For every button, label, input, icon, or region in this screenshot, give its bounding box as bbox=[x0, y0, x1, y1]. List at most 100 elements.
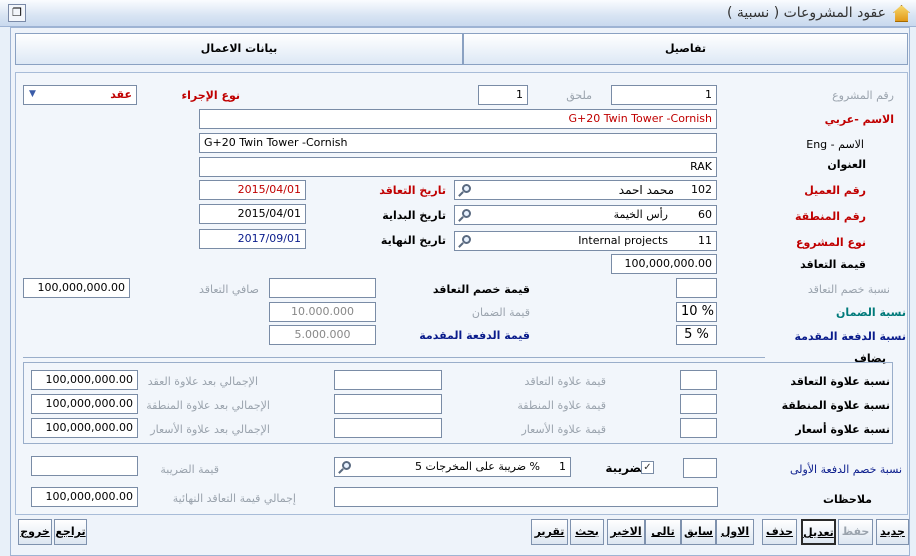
discount-pct-field[interactable] bbox=[676, 278, 717, 298]
region-bonus-value-label: قيمة علاوة المنطقة bbox=[517, 399, 606, 412]
search-icon[interactable] bbox=[458, 183, 472, 197]
end-date-field[interactable]: 2017/09/01 bbox=[199, 229, 306, 249]
name-ar-label: الاسم -عربي bbox=[824, 113, 894, 126]
project-type-name: Internal projects bbox=[578, 234, 668, 247]
price-bonus-value-field[interactable] bbox=[334, 418, 442, 438]
client-lookup[interactable]: 102 محمد احمد bbox=[454, 180, 717, 200]
delete-button[interactable]: حذف bbox=[762, 519, 797, 545]
project-type-code: 11 bbox=[698, 234, 712, 247]
first-advance-pct-label: نسبة خصم الدفعة الأولى bbox=[789, 463, 902, 476]
report-button[interactable]: تقرير bbox=[531, 519, 568, 545]
total-after-contract-bonus-label: الإجمالي بعد علاوة العقد bbox=[147, 375, 258, 388]
search-icon[interactable] bbox=[458, 208, 472, 222]
total-after-price-bonus-label: الإجمالي بعد علاوة الأسعار bbox=[150, 423, 270, 436]
previous-button[interactable]: سابق bbox=[681, 519, 716, 545]
exit-button[interactable]: خروج bbox=[18, 519, 52, 545]
client-no-label: رقم العميل bbox=[804, 184, 866, 197]
tax-lookup[interactable]: 1 % ضريبة على المخرجات 5 bbox=[334, 457, 571, 477]
procedure-type-select[interactable]: ▼ عقد bbox=[23, 85, 137, 105]
discount-value-label: قيمة خصم التعاقد bbox=[432, 283, 530, 296]
name-ar-field[interactable]: G+20 Twin Tower -Cornish bbox=[199, 109, 717, 129]
contract-bonus-pct-label: نسبة علاوة التعاقد bbox=[790, 375, 890, 388]
price-bonus-pct-field[interactable] bbox=[680, 418, 717, 438]
advance-pct-label: نسبة الدفعة المقدمة bbox=[794, 330, 906, 343]
procedure-type-label: نوع الإجراء bbox=[181, 89, 241, 102]
total-after-contract-bonus-field[interactable]: 100,000,000.00 bbox=[31, 370, 138, 390]
price-bonus-pct-label: نسبة علاوة أسعار bbox=[795, 423, 890, 436]
start-date-field[interactable]: 2015/04/01 bbox=[199, 204, 306, 224]
tax-checkbox[interactable]: ✓ bbox=[641, 461, 654, 474]
region-name: رأس الخيمة bbox=[613, 208, 668, 221]
advance-value-field[interactable]: 5.000.000 bbox=[269, 325, 376, 345]
net-contract-label: صافي التعاقد bbox=[198, 283, 259, 296]
search-icon[interactable] bbox=[338, 460, 352, 474]
client-name: محمد احمد bbox=[618, 183, 674, 197]
annex-field[interactable]: 1 bbox=[478, 85, 528, 105]
guarantee-pct-field[interactable]: 10 % bbox=[676, 302, 717, 322]
project-no-field[interactable]: 1 bbox=[611, 85, 717, 105]
project-type-lookup[interactable]: 11 Internal projects bbox=[454, 231, 717, 251]
tax-value-field[interactable] bbox=[31, 456, 138, 476]
total-after-region-bonus-field[interactable]: 100,000,000.00 bbox=[31, 394, 138, 414]
notes-label: ملاحظات bbox=[823, 493, 872, 506]
restore-icon[interactable]: ❐ bbox=[8, 4, 26, 22]
undo-button[interactable]: تراجع bbox=[54, 519, 87, 545]
contract-date-label: تاريخ التعاقد bbox=[379, 184, 446, 197]
address-field[interactable]: RAK bbox=[199, 157, 717, 177]
notes-field[interactable] bbox=[334, 487, 718, 507]
final-total-field[interactable]: 100,000,000.00 bbox=[31, 487, 138, 507]
last-button[interactable]: الاخير bbox=[607, 519, 645, 545]
address-label: العنوان bbox=[827, 158, 866, 171]
first-advance-pct-field[interactable] bbox=[683, 458, 717, 478]
window-title: عقود المشروعات ( نسبية ) bbox=[727, 5, 886, 21]
search-button[interactable]: بحث bbox=[570, 519, 604, 545]
title-bar: ❐ عقود المشروعات ( نسبية ) bbox=[0, 0, 916, 27]
guarantee-pct-label: نسبة الضمان bbox=[836, 306, 906, 319]
client-code: 102 bbox=[691, 183, 712, 196]
home-icon bbox=[893, 5, 910, 22]
start-date-label: تاريخ البداية bbox=[382, 209, 446, 222]
final-total-label: إجمالي قيمة التعاقد النهائية bbox=[172, 492, 296, 505]
price-bonus-value-label: قيمة علاوة الأسعار bbox=[521, 423, 606, 436]
net-contract-field[interactable]: 100,000,000.00 bbox=[23, 278, 130, 298]
region-bonus-value-field[interactable] bbox=[334, 394, 442, 414]
guarantee-value-field[interactable]: 10.000.000 bbox=[269, 302, 376, 322]
tax-name: % ضريبة على المخرجات 5 bbox=[415, 460, 540, 473]
region-lookup[interactable]: 60 رأس الخيمة bbox=[454, 205, 717, 225]
project-no-label: رقم المشروع bbox=[832, 89, 894, 102]
contract-bonus-value-label: قيمة علاوة التعاقد bbox=[524, 375, 606, 388]
region-no-label: رقم المنطقة bbox=[794, 210, 866, 223]
name-en-label: الاسم - Eng bbox=[806, 138, 864, 151]
tab-details[interactable]: تفاصيل bbox=[463, 33, 908, 65]
divider bbox=[23, 357, 765, 358]
contract-value-field[interactable]: 100,000,000.00 bbox=[611, 254, 717, 274]
tax-value-label: قيمة الضريبة bbox=[160, 463, 219, 476]
region-bonus-pct-field[interactable] bbox=[680, 394, 717, 414]
save-button[interactable]: حفظ bbox=[838, 519, 873, 545]
discount-value-field[interactable] bbox=[269, 278, 376, 298]
edit-button[interactable]: تعديل bbox=[801, 519, 836, 545]
project-type-label: نوع المشروع bbox=[795, 236, 866, 249]
first-button[interactable]: الاول bbox=[716, 519, 754, 545]
contract-value-label: قيمة التعاقد bbox=[800, 258, 866, 271]
tax-code: 1 bbox=[559, 460, 566, 473]
chevron-down-icon: ▼ bbox=[29, 89, 36, 99]
name-en-field[interactable]: G+20 Twin Tower -Cornish bbox=[199, 133, 717, 153]
next-button[interactable]: تالى bbox=[645, 519, 681, 545]
tab-bar: تفاصيل بيانات الاعمال bbox=[15, 33, 908, 65]
advance-value-label: قيمة الدفعة المقدمة bbox=[419, 329, 530, 342]
contract-bonus-pct-field[interactable] bbox=[680, 370, 717, 390]
total-after-price-bonus-field[interactable]: 100,000,000.00 bbox=[31, 418, 138, 438]
contract-bonus-value-field[interactable] bbox=[334, 370, 442, 390]
contract-date-field[interactable]: 2015/04/01 bbox=[199, 180, 306, 200]
discount-pct-label: نسبة خصم التعاقد bbox=[807, 283, 890, 296]
end-date-label: تاريخ النهاية bbox=[380, 234, 446, 247]
window: ❐ عقود المشروعات ( نسبية ) تفاصيل بيانات… bbox=[0, 0, 916, 556]
new-button[interactable]: جديد bbox=[876, 519, 909, 545]
advance-pct-field[interactable]: 5 % bbox=[676, 325, 717, 345]
procedure-type-value: عقد bbox=[110, 88, 132, 101]
region-code: 60 bbox=[698, 208, 712, 221]
total-after-region-bonus-label: الإجمالي بعد علاوة المنطقة bbox=[146, 399, 270, 412]
search-icon[interactable] bbox=[458, 234, 472, 248]
tab-works-data[interactable]: بيانات الاعمال bbox=[15, 33, 463, 65]
